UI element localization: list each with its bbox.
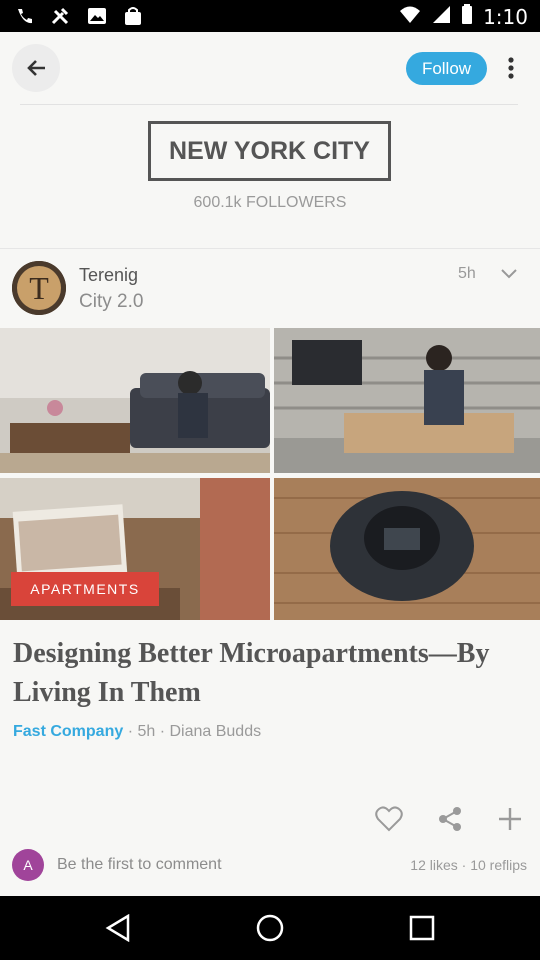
flip-add-button[interactable] [494,803,526,835]
post-stats[interactable]: 12 likes · 10 reflips [410,857,527,873]
article-image-device[interactable] [274,478,540,620]
divider [0,248,540,249]
system-icons: 1:10 [399,4,528,30]
nav-recents-icon [409,915,435,941]
article-image-workspace[interactable] [274,328,540,473]
board-title: NEW YORK CITY [148,121,391,181]
category-tag[interactable]: APARTMENTS [11,572,159,606]
more-vert-icon [508,57,514,79]
shopping-bag-icon [122,6,144,26]
tools-icon [50,6,72,26]
top-bar: Follow [0,32,540,104]
system-nav-bar [0,896,540,960]
poster-name[interactable]: Terenig [79,265,138,286]
nav-back-icon [105,914,130,942]
more-options-button[interactable] [496,48,526,88]
divider [20,104,518,105]
nav-home-icon [256,914,284,942]
post-options-button[interactable] [498,262,520,286]
status-bar: 1:10 [0,0,540,32]
svg-text:T: T [29,270,49,306]
share-icon [439,807,461,831]
nav-recents-button[interactable] [400,906,444,950]
article-image-living-room[interactable] [0,328,270,473]
article-meta: · 5h · Diana Budds [123,723,262,740]
article-source[interactable]: Fast Company [13,723,123,740]
back-arrow-icon [27,60,45,76]
follow-button[interactable]: Follow [406,52,487,85]
wifi-icon [399,4,421,30]
notification-icons [14,6,144,26]
share-button[interactable] [434,803,466,835]
poster-avatar[interactable]: T [12,261,66,315]
article-title[interactable]: Designing Better Microapartments—By Livi… [13,634,533,712]
battery-icon [461,4,473,30]
back-button[interactable] [12,44,60,92]
comment-prompt[interactable]: Be the first to comment [57,856,222,874]
plus-icon [499,808,521,830]
image-icon [86,6,108,26]
comment-avatar: A [12,849,44,881]
chevron-down-icon [501,269,517,279]
poster-avatar-logo: T [12,261,66,315]
call-icon [14,6,36,26]
followers-count: 600.1k FOLLOWERS [193,194,347,211]
board-screen: Follow NEW YORK CITY 600.1k FOLLOWERS T … [0,32,540,896]
like-button[interactable] [373,803,405,835]
signal-icon [431,4,451,30]
post-time: 5h [458,265,476,282]
status-time: 1:10 [483,5,528,29]
heart-icon [375,806,403,832]
nav-back-button[interactable] [96,906,140,950]
nav-home-button[interactable] [248,906,292,950]
article-byline: Fast Company · 5h · Diana Budds [13,723,261,741]
poster-subtitle: City 2.0 [79,291,144,312]
